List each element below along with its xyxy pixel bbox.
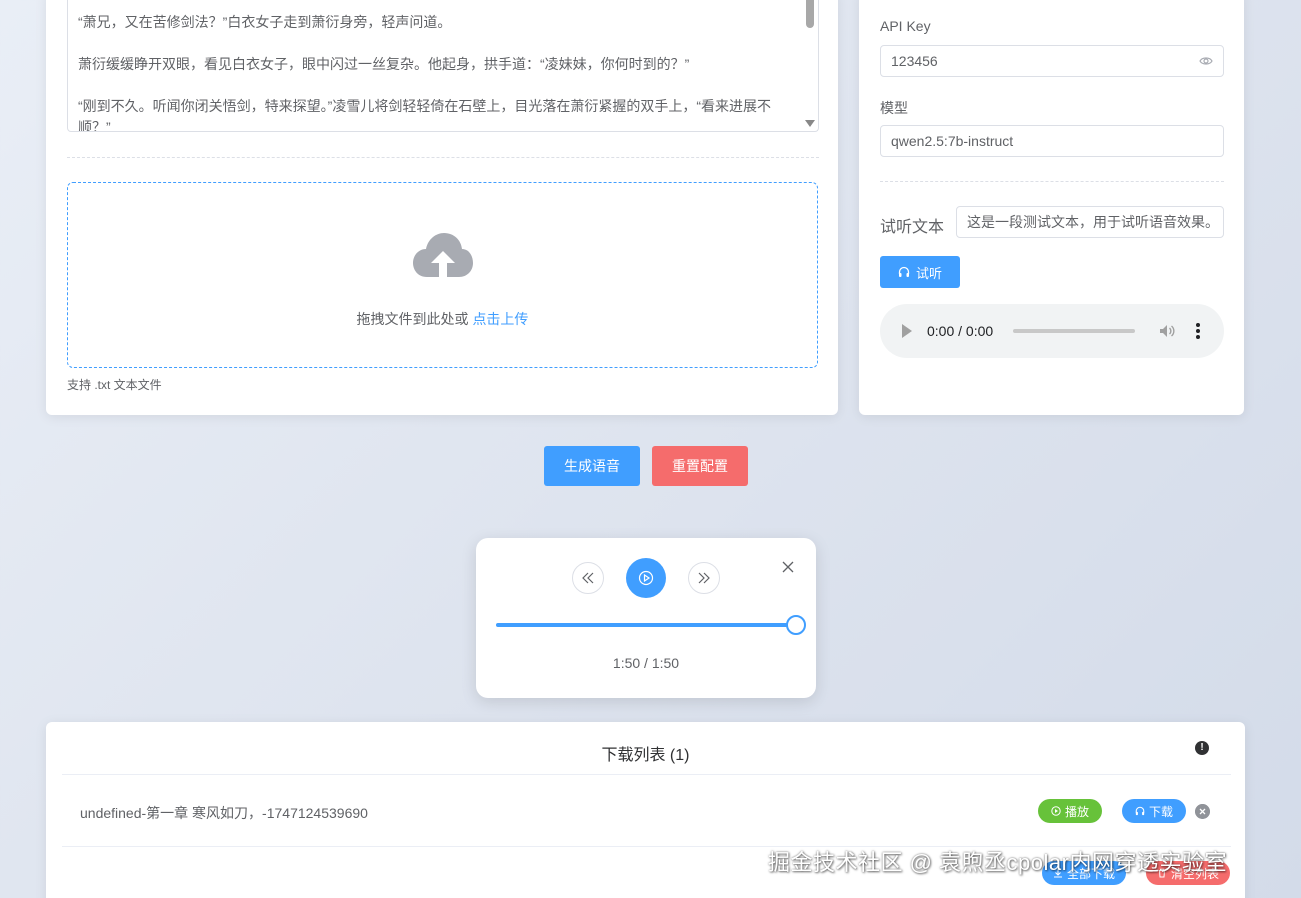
double-chevron-left-icon [582,572,594,584]
upload-prompt: 拖拽文件到此处或 [356,311,469,327]
more-options-icon[interactable] [1196,323,1200,339]
remove-item-icon[interactable] [1195,804,1210,819]
listen-button-label: 试听 [915,265,942,281]
generate-speech-button[interactable]: 生成语音 [544,446,640,486]
novel-text-area[interactable]: “萧兄，又在苦修剑法？”白衣女子走到萧衍身旁，轻声问道。 萧衍缓缓睁开双眼，看见… [67,0,819,132]
volume-icon[interactable] [1158,322,1176,340]
text-paragraph: “萧兄，又在苦修剑法？”白衣女子走到萧衍身旁，轻声问道。 [78,14,452,30]
reset-config-button[interactable]: 重置配置 [652,446,748,486]
play-circle-icon [1051,806,1061,816]
listen-button[interactable]: 试听 [880,256,960,288]
item-play-button[interactable]: 播放 [1038,799,1102,823]
divider [67,157,819,158]
model-value: qwen2.5:7b-instruct [891,133,1014,149]
upload-tip: 支持 .txt 文本文件 [67,378,162,392]
api-key-value: 123456 [891,53,938,69]
item-download-button[interactable]: 下载 [1122,799,1186,823]
double-chevron-right-icon [698,572,710,584]
eye-icon[interactable] [1199,55,1213,67]
divider [880,181,1224,182]
text-paragraph: “刚到不久。听闻你闭关悟剑，特来探望。”凌雪儿将剑轻轻倚在石壁上，目光落在萧衍紧… [78,98,771,132]
upload-instructions: 拖拽文件到此处或 点击上传 [68,309,817,329]
headphones-icon [1135,806,1145,816]
audio-time: 0:00 / 0:00 [927,323,994,339]
close-icon[interactable] [781,560,795,574]
play-circle-icon [638,570,654,586]
scroll-down-arrow-icon[interactable] [805,120,815,127]
item-play-label: 播放 [1064,804,1089,819]
player-time: 1:50 / 1:50 [612,655,680,671]
preview-text-label: 试听文本 [880,219,945,236]
preview-text-input[interactable]: 这是一段测试文本，用于试听语音效果。 [956,206,1224,238]
click-upload-link[interactable]: 点击上传 [472,311,528,327]
divider [62,774,1231,775]
mini-player: 1:50 / 1:50 [476,538,816,698]
headphones-icon [898,266,910,277]
file-upload-dropzone[interactable]: 拖拽文件到此处或 点击上传 [67,182,818,368]
cloud-upload-icon [413,233,473,277]
play-pause-button[interactable] [626,558,666,598]
audio-seek-bar[interactable] [1013,329,1135,333]
settings-card: API Key 123456 模型 qwen2.5:7b-instruct 试听… [859,0,1244,415]
preview-text-value: 这是一段测试文本，用于试听语音效果。 [967,214,1219,230]
api-key-input[interactable]: 123456 [880,45,1224,77]
text-input-card: “萧兄，又在苦修剑法？”白衣女子走到萧衍身旁，轻声问道。 萧衍缓缓睁开双眼，看见… [46,0,838,415]
info-icon[interactable]: ! [1195,741,1209,755]
player-progress-handle[interactable] [786,615,806,635]
download-list-title: 下载列表 (1) [601,747,690,764]
download-item-name: undefined-第一章 寒风如刀，-1747124539690 [80,805,368,821]
rewind-button[interactable] [572,562,604,594]
model-input[interactable]: qwen2.5:7b-instruct [880,125,1224,157]
api-key-label: API Key [880,18,931,34]
player-progress-bar[interactable] [496,623,796,627]
play-icon[interactable] [902,324,912,338]
item-download-label: 下载 [1148,804,1173,819]
text-paragraph: 萧衍缓缓睁开双眼，看见白衣女子，眼中闪过一丝复杂。他起身，拱手道：“凌妹妹，你何… [78,56,690,72]
textarea-scrollbar[interactable] [806,0,814,28]
model-label: 模型 [880,100,908,116]
watermark: 掘金技术社区 @ 袁煦丞cpolar内网穿透实验室 [768,850,1227,875]
audio-player: 0:00 / 0:00 [880,304,1224,358]
forward-button[interactable] [688,562,720,594]
